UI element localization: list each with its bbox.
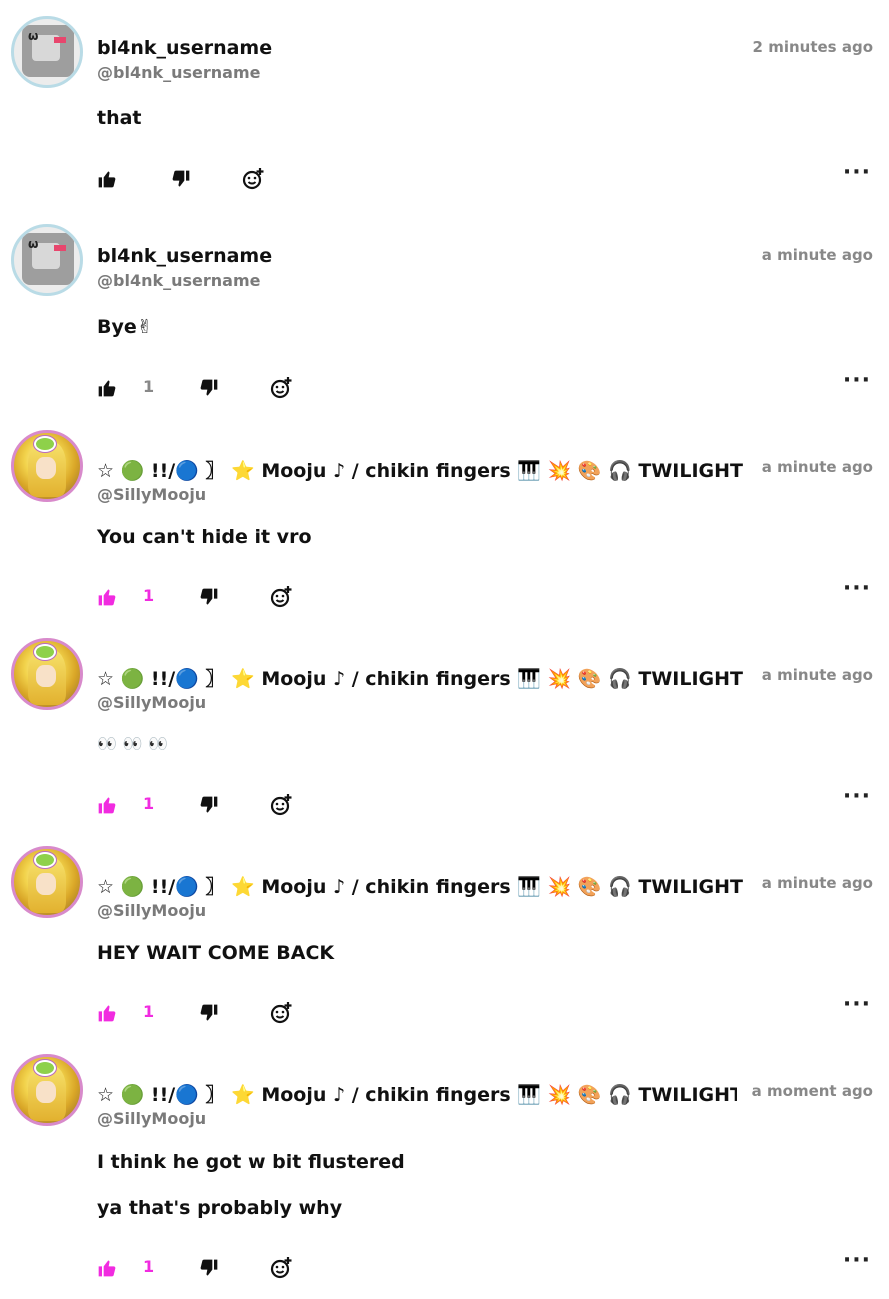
more-options-button[interactable]: ···: [843, 576, 871, 601]
thumbs-up-icon: [98, 171, 116, 188]
thumbs-up-icon: [98, 797, 116, 814]
add-emoji-icon: [270, 586, 292, 608]
comment-handle[interactable]: @bl4nk_username: [97, 271, 260, 290]
like-count: 1: [143, 377, 155, 396]
comment-timestamp: 2 minutes ago: [752, 38, 873, 56]
comment-username[interactable]: ☆ 🟢 !!/🔵 〗 ⭐ Mooju ♪ / chikin fingers 🎹 …: [97, 1080, 737, 1107]
thumbs-down-icon: [200, 588, 218, 605]
comment-text: Bye✌: [97, 316, 153, 338]
like-count: 1: [143, 586, 155, 605]
dislike-button[interactable]: [199, 584, 219, 610]
comment-text: HEY WAIT COME BACK: [97, 942, 335, 964]
comment-text: You can't hide it vro: [97, 526, 312, 548]
comment-handle[interactable]: @SillyMooju: [97, 901, 206, 920]
comment-item: ☆ 🟢 !!/🔵 〗 ⭐ Mooju ♪ / chikin fingers 🎹 …: [0, 416, 889, 624]
dislike-button[interactable]: [171, 166, 191, 192]
add-reaction-button[interactable]: [269, 1255, 293, 1281]
comment-handle[interactable]: @SillyMooju: [97, 693, 206, 712]
more-options-button[interactable]: ···: [843, 1248, 871, 1273]
comment-actions: [97, 166, 877, 192]
comment-item: ☆ 🟢 !!/🔵 〗 ⭐ Mooju ♪ / chikin fingers 🎹 …: [0, 832, 889, 1040]
comment-actions: 1: [97, 1255, 877, 1281]
comment-text: ya that's probably why: [97, 1197, 343, 1219]
comment-username[interactable]: bl4nk_username: [97, 37, 747, 59]
add-reaction-button[interactable]: [269, 792, 293, 818]
add-emoji-icon: [270, 1257, 292, 1279]
avatar-decoration: [34, 852, 56, 868]
comment-timestamp: a minute ago: [761, 246, 873, 264]
add-reaction-button[interactable]: [269, 1000, 293, 1026]
comment-timestamp: a minute ago: [751, 458, 873, 476]
thumbs-down-icon: [200, 1004, 218, 1021]
comment-username[interactable]: ☆ 🟢 !!/🔵 〗 ⭐ Mooju ♪ / chikin fingers 🎹 …: [97, 872, 749, 899]
add-emoji-icon: [242, 168, 264, 190]
avatar[interactable]: ω: [11, 224, 83, 296]
avatar-decoration: [34, 1060, 56, 1076]
add-reaction-button[interactable]: [241, 166, 265, 192]
more-options-button[interactable]: ···: [843, 784, 871, 809]
comment-timestamp: a minute ago: [751, 874, 873, 892]
like-button[interactable]: [97, 1000, 117, 1026]
more-options-button[interactable]: ···: [843, 368, 871, 393]
comment-actions: 1: [97, 375, 877, 401]
thumbs-down-icon: [200, 379, 218, 396]
like-count: 1: [143, 794, 155, 813]
add-emoji-icon: [270, 377, 292, 399]
like-count: 1: [143, 1002, 155, 1021]
thumbs-up-icon: [98, 1005, 116, 1022]
thumbs-up-icon: [98, 380, 116, 397]
comment-username[interactable]: ☆ 🟢 !!/🔵 〗 ⭐ Mooju ♪ / chikin fingers 🎹 …: [97, 456, 749, 483]
comment-timestamp: a minute ago: [751, 666, 873, 684]
dislike-button[interactable]: [199, 375, 219, 401]
like-button[interactable]: [97, 792, 117, 818]
add-emoji-icon: [270, 1002, 292, 1024]
add-emoji-icon: [270, 794, 292, 816]
thumbs-up-icon: [98, 589, 116, 606]
thumbs-down-icon: [172, 170, 190, 187]
avatar-decoration: [34, 436, 56, 452]
like-count: 1: [143, 1257, 155, 1276]
dislike-button[interactable]: [199, 792, 219, 818]
like-button[interactable]: [97, 584, 117, 610]
comment-handle[interactable]: @SillyMooju: [97, 485, 206, 504]
comment-actions: 1: [97, 1000, 877, 1026]
comment-item: ☆ 🟢 !!/🔵 〗 ⭐ Mooju ♪ / chikin fingers 🎹 …: [0, 1040, 889, 1299]
more-options-button[interactable]: ···: [843, 160, 871, 185]
comment-item: ω bl4nk_username @bl4nk_username a minut…: [0, 208, 889, 416]
like-button[interactable]: [97, 166, 117, 192]
add-reaction-button[interactable]: [269, 584, 293, 610]
like-button[interactable]: [97, 1255, 117, 1281]
comment-text: that: [97, 107, 142, 129]
more-options-button[interactable]: ···: [843, 992, 871, 1017]
dislike-button[interactable]: [199, 1000, 219, 1026]
thumbs-up-icon: [98, 1260, 116, 1277]
comment-actions: 1: [97, 792, 877, 818]
comment-actions: 1: [97, 584, 877, 610]
comment-username[interactable]: bl4nk_username: [97, 245, 747, 267]
comment-item: ω bl4nk_username @bl4nk_username 2 minut…: [0, 0, 889, 208]
comment-text: 👀 👀 👀: [97, 734, 168, 753]
comment-username[interactable]: ☆ 🟢 !!/🔵 〗 ⭐ Mooju ♪ / chikin fingers 🎹 …: [97, 664, 749, 691]
comment-text: I think he got w bit flustered: [97, 1151, 405, 1173]
comment-item: ☆ 🟢 !!/🔵 〗 ⭐ Mooju ♪ / chikin fingers 🎹 …: [0, 624, 889, 832]
add-reaction-button[interactable]: [269, 375, 293, 401]
avatar[interactable]: ω: [11, 16, 83, 88]
comment-handle[interactable]: @SillyMooju: [97, 1109, 206, 1128]
avatar-decoration: [34, 644, 56, 660]
dislike-button[interactable]: [199, 1255, 219, 1281]
comment-timestamp: a moment ago: [741, 1082, 873, 1100]
thumbs-down-icon: [200, 796, 218, 813]
comment-handle[interactable]: @bl4nk_username: [97, 63, 260, 82]
like-button[interactable]: [97, 375, 117, 401]
thumbs-down-icon: [200, 1259, 218, 1276]
